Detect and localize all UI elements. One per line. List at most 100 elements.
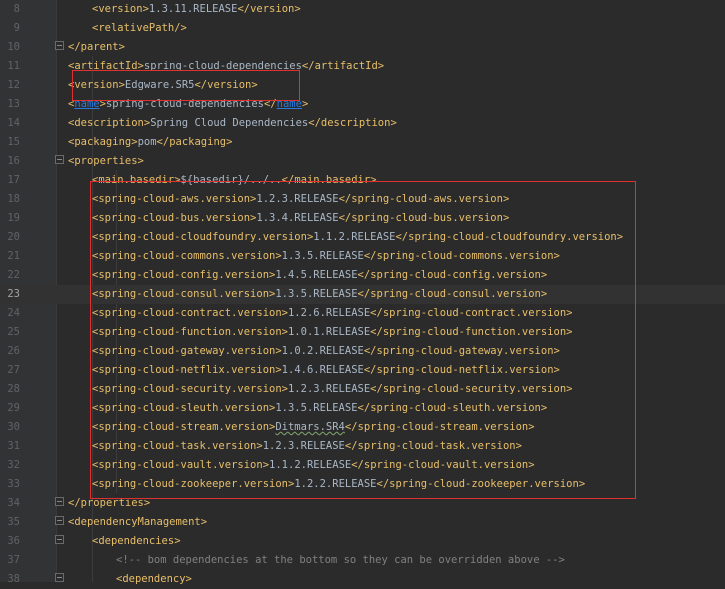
code-text[interactable]: <relativePath/> [92, 19, 187, 38]
code-text[interactable]: <spring-cloud-config.version>1.4.5.RELEA… [92, 266, 547, 285]
line-number: 15 [7, 136, 20, 148]
line-number: 30 [7, 421, 20, 433]
tag-name: packaging [74, 136, 132, 148]
code-text[interactable]: <spring-cloud-commons.version>1.3.5.RELE… [92, 247, 560, 266]
code-line[interactable]: 29 <spring-cloud-sleuth.version>1.3.5.REL… [0, 399, 725, 418]
closing-tag-name: main.basedir [294, 174, 371, 186]
code-text[interactable]: <spring-cloud-netflix.version>1.4.6.RELE… [92, 361, 560, 380]
tag-bracket: > [553, 250, 560, 262]
tag-bracket: </ [370, 326, 383, 338]
code-line[interactable]: 22 <spring-cloud-config.version>1.4.5.REL… [0, 266, 725, 285]
code-line[interactable]: 19 <spring-cloud-bus.version>1.3.4.RELEAS… [0, 209, 725, 228]
fold-collapse-icon[interactable] [55, 573, 64, 582]
tag-bracket: </ [344, 440, 358, 452]
code-line[interactable]: 10 </parent> [0, 38, 725, 57]
tag-name: relativePath [98, 22, 175, 34]
code-text[interactable]: <spring-cloud-stream.version>Ditmars.SR4… [92, 418, 535, 437]
closing-tag-name: spring-cloud-sleuth.version [370, 402, 541, 414]
code-text[interactable]: <spring-cloud-contract.version>1.2.6.REL… [92, 304, 572, 323]
code-text[interactable]: <spring-cloud-zookeeper.version>1.2.2.RE… [92, 475, 585, 494]
element-value: 1.2.3.RELEASE [262, 440, 345, 452]
tag-name: spring-cloud-zookeeper.version [98, 478, 288, 490]
code-line[interactable]: 9 <relativePath/> [0, 19, 725, 38]
code-text[interactable]: <spring-cloud-function.version>1.0.1.REL… [92, 323, 572, 342]
fold-collapse-icon[interactable] [55, 535, 64, 544]
tag-name: dependencies [98, 535, 175, 547]
tag-bracket: > [143, 497, 151, 509]
code-line[interactable]: 23 <spring-cloud-consul.version>1.3.5.REL… [0, 285, 725, 304]
line-number: 37 [7, 554, 20, 566]
tag-bracket: > [578, 478, 586, 490]
element-value: 1.0.2.RELEASE [281, 345, 364, 357]
code-line[interactable]: 14 <description>Spring Cloud Dependencies… [0, 114, 725, 133]
code-line[interactable]: 11 <artifactId>spring-cloud-dependencies<… [0, 57, 725, 76]
code-line[interactable]: 31 <spring-cloud-task.version>1.2.3.RELEA… [0, 437, 725, 456]
code-text[interactable]: <spring-cloud-consul.version>1.3.5.RELEA… [92, 285, 547, 304]
tag-name: main.basedir [98, 174, 175, 186]
code-text[interactable]: <artifactId>spring-cloud-dependencies</a… [68, 57, 384, 76]
code-text[interactable]: <spring-cloud-security.version>1.2.3.REL… [92, 380, 572, 399]
element-value: 1.2.6.RELEASE [287, 307, 371, 319]
code-line[interactable]: 37 <!-- bom dependencies at the bottom so… [0, 551, 725, 570]
code-line[interactable]: 13 <name>spring-cloud-dependencies</name> [0, 95, 725, 114]
code-text[interactable]: </properties> [68, 494, 150, 513]
code-text[interactable]: <dependencyManagement> [68, 513, 207, 532]
code-line[interactable]: 18 <spring-cloud-aws.version>1.2.3.RELEAS… [0, 190, 725, 209]
code-line[interactable]: 38 <dependency> [0, 570, 725, 589]
tag-bracket: /> [174, 22, 187, 34]
code-text[interactable]: <dependency> [116, 570, 192, 589]
fold-collapse-icon[interactable] [55, 155, 64, 164]
tag-bracket: > [174, 535, 181, 547]
code-text[interactable]: </parent> [68, 38, 125, 57]
code-text[interactable]: <spring-cloud-bus.version>1.3.4.RELEASE<… [92, 209, 509, 228]
tag-name: parent [80, 41, 119, 53]
code-text[interactable]: <spring-cloud-aws.version>1.2.3.RELEASE<… [92, 190, 509, 209]
fold-collapse-icon[interactable] [55, 497, 64, 506]
code-text[interactable]: <properties> [68, 152, 144, 171]
tag-bracket: </ [68, 497, 81, 509]
tag-bracket: > [540, 402, 548, 414]
code-text[interactable]: <name>spring-cloud-dependencies</name> [68, 95, 308, 114]
line-number: 32 [7, 459, 20, 471]
code-line[interactable]: 35 <dependencyManagement> [0, 513, 725, 532]
code-line[interactable]: 24 <spring-cloud-contract.version>1.2.6.R… [0, 304, 725, 323]
code-line[interactable]: 28 <spring-cloud-security.version>1.2.3.R… [0, 380, 725, 399]
code-line[interactable]: 27 <spring-cloud-netflix.version>1.4.6.RE… [0, 361, 725, 380]
code-text[interactable]: <main.basedir>${basedir}/../..</main.bas… [92, 171, 377, 190]
code-text[interactable]: <version>1.3.11.RELEASE</version> [92, 0, 301, 19]
tag-name: name [74, 98, 100, 110]
tag-name: spring-cloud-bus.version [98, 212, 251, 224]
code-line[interactable]: 20 <spring-cloud-cloudfoundry.version>1.1… [0, 228, 725, 247]
line-number: 21 [7, 250, 20, 262]
code-line[interactable]: 33 <spring-cloud-zookeeper.version>1.2.2.… [0, 475, 725, 494]
code-line[interactable]: 36 <dependencies> [0, 532, 725, 551]
code-text[interactable]: <spring-cloud-cloudfoundry.version>1.1.2… [92, 228, 623, 247]
code-text[interactable]: <description>Spring Cloud Dependencies</… [68, 114, 397, 133]
code-line[interactable]: 12 <version>Edgware.SR5</version> [0, 76, 725, 95]
closing-tag-name: version [250, 3, 295, 15]
fold-collapse-icon[interactable] [55, 41, 64, 50]
code-line[interactable]: 26 <spring-cloud-gateway.version>1.0.2.RE… [0, 342, 725, 361]
code-line[interactable]: 17 <main.basedir>${basedir}/../..</main.b… [0, 171, 725, 190]
code-text[interactable]: <packaging>pom</packaging> [68, 133, 232, 152]
fold-collapse-icon[interactable] [55, 516, 64, 525]
element-value: 1.4.5.RELEASE [275, 269, 358, 281]
line-number: 16 [7, 155, 20, 167]
code-line[interactable]: 34 </properties> [0, 494, 725, 513]
code-line[interactable]: 25 <spring-cloud-function.version>1.0.1.R… [0, 323, 725, 342]
tag-name: spring-cloud-vault.version [98, 459, 263, 471]
code-line[interactable]: 30 <spring-cloud-stream.version>Ditmars.S… [0, 418, 725, 437]
code-text[interactable]: <spring-cloud-vault.version>1.1.2.RELEAS… [92, 456, 535, 475]
code-line[interactable]: 15 <packaging>pom</packaging> [0, 133, 725, 152]
code-line[interactable]: 21 <spring-cloud-commons.version>1.3.5.RE… [0, 247, 725, 266]
code-text[interactable]: <version>Edgware.SR5</version> [68, 76, 258, 95]
code-text[interactable]: <spring-cloud-task.version>1.2.3.RELEASE… [92, 437, 522, 456]
code-line[interactable]: 16 <properties> [0, 152, 725, 171]
code-text[interactable]: <!-- bom dependencies at the bottom so t… [116, 551, 565, 570]
code-text[interactable]: <dependencies> [92, 532, 181, 551]
code-line[interactable]: 32 <spring-cloud-vault.version>1.1.2.RELE… [0, 456, 725, 475]
code-line[interactable]: 8 <version>1.3.11.RELEASE</version> [0, 0, 725, 19]
code-text[interactable]: <spring-cloud-gateway.version>1.0.2.RELE… [92, 342, 560, 361]
code-text[interactable]: <spring-cloud-sleuth.version>1.3.5.RELEA… [92, 399, 547, 418]
closing-tag-name: spring-cloud-gateway.version [376, 345, 554, 357]
